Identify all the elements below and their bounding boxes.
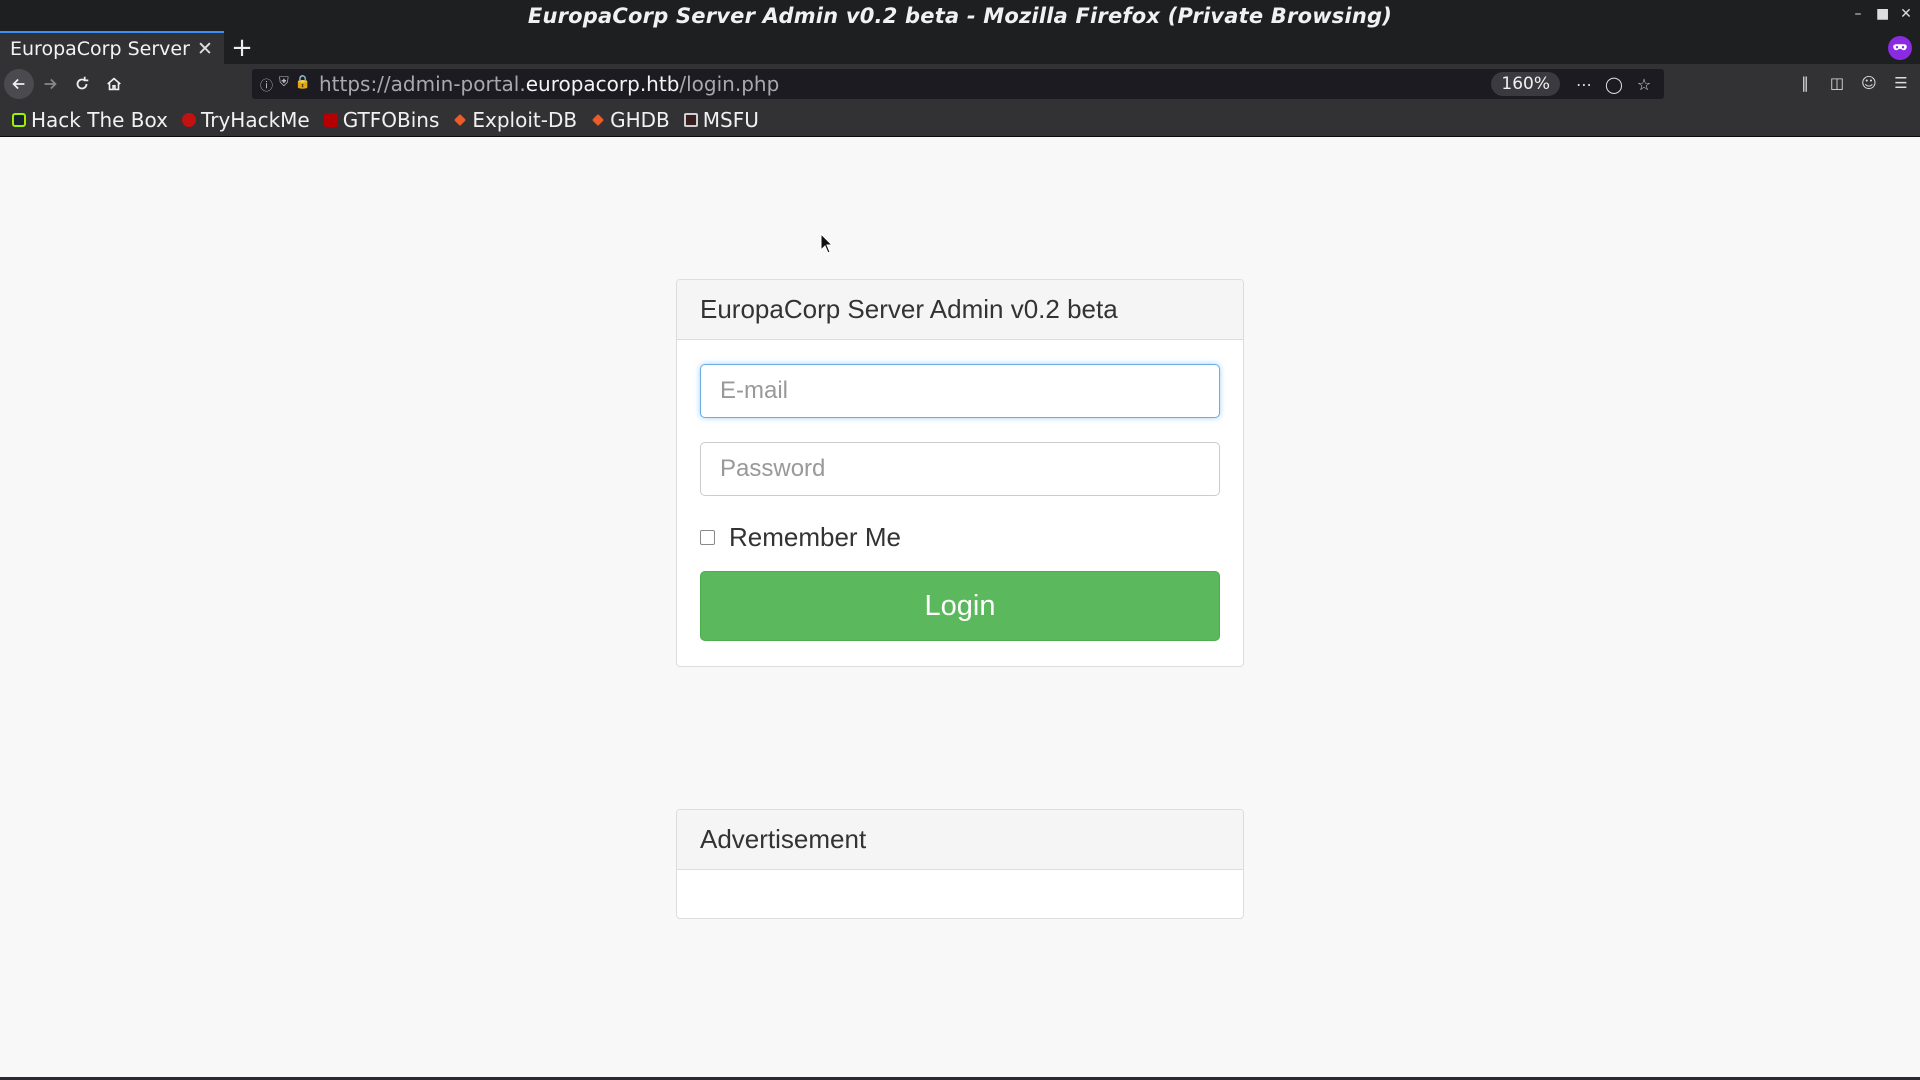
account-icon[interactable]: ☺ — [1860, 72, 1878, 94]
bookmark-msfu[interactable]: MSFU — [683, 108, 759, 132]
advertisement-heading: Advertisement — [677, 810, 1243, 870]
window-titlebar: EuropaCorp Server Admin v0.2 beta - Mozi… — [0, 0, 1920, 31]
tab-europacorp[interactable]: EuropaCorp Server ✕ — [0, 31, 224, 64]
window-title: EuropaCorp Server Admin v0.2 beta - Mozi… — [527, 3, 1393, 28]
bookmark-label: GHDB — [610, 108, 670, 132]
zoom-level-button[interactable]: 160% — [1491, 72, 1560, 96]
url-text[interactable]: https://admin-portal.europacorp.htb/logi… — [319, 72, 779, 96]
mouse-cursor-icon — [820, 233, 834, 254]
login-panel-heading: EuropaCorp Server Admin v0.2 beta — [677, 280, 1243, 340]
login-panel: EuropaCorp Server Admin v0.2 beta Rememb… — [676, 279, 1244, 667]
home-button[interactable] — [98, 68, 130, 100]
toolbar-right: ‖ ◫ ☺ ☰ — [1796, 72, 1920, 94]
mask-icon — [1893, 44, 1907, 51]
reload-icon — [76, 76, 89, 90]
bookmark-label: TryHackMe — [200, 108, 310, 132]
minimize-icon[interactable]: – — [1852, 4, 1864, 24]
url-path: /login.php — [679, 72, 780, 96]
remember-me-checkbox[interactable] — [700, 530, 715, 545]
arrow-left-icon — [12, 78, 25, 90]
bookmark-hack-the-box[interactable]: Hack The Box — [12, 108, 168, 132]
close-window-icon[interactable]: ✕ — [1900, 4, 1912, 24]
tab-bar: EuropaCorp Server ✕ + — [0, 31, 1920, 64]
thm-icon — [181, 113, 196, 127]
password-input[interactable] — [700, 442, 1220, 496]
window-controls: – ■ ✕ — [1852, 4, 1912, 24]
pocket-icon[interactable]: ◯ — [1604, 73, 1624, 95]
info-icon[interactable]: ⓘ — [260, 75, 273, 94]
bookmark-exploit-db[interactable]: Exploit-DB — [453, 108, 577, 132]
tab-title: EuropaCorp Server — [10, 37, 190, 60]
login-button[interactable]: Login — [700, 571, 1220, 641]
url-domain: europacorp.htb — [525, 72, 680, 96]
arrow-right-icon — [44, 78, 57, 90]
bookmark-tryhackme[interactable]: TryHackMe — [181, 108, 310, 132]
remember-me[interactable]: Remember Me — [700, 522, 901, 553]
ghdb-icon — [592, 114, 605, 126]
reload-button[interactable] — [66, 68, 98, 100]
private-browsing-icon — [1888, 36, 1912, 60]
remember-me-label: Remember Me — [729, 522, 901, 552]
bookmark-ghdb[interactable]: GHDB — [591, 108, 670, 132]
tab-close-icon[interactable]: ✕ — [196, 38, 214, 60]
new-tab-button[interactable]: + — [224, 31, 260, 64]
sidebar-icon[interactable]: ◫ — [1828, 72, 1846, 94]
maximize-icon[interactable]: ■ — [1876, 4, 1889, 24]
shield-icon[interactable]: ⛨ — [279, 75, 289, 94]
bookmark-label: Exploit-DB — [472, 108, 578, 132]
bookmark-gtfobins[interactable]: GTFOBins — [323, 108, 440, 132]
bookmarks-toolbar: Hack The Box TryHackMe GTFOBins Exploit-… — [0, 104, 1920, 137]
htb-icon — [12, 113, 26, 127]
bookmark-star-icon[interactable]: ☆ — [1634, 73, 1654, 95]
plus-icon: + — [231, 32, 253, 63]
url-bar[interactable]: ⓘ ⛨ 🔒 https://admin-portal.europacorp.ht… — [252, 69, 1664, 99]
forward-button[interactable] — [34, 68, 66, 100]
library-icon[interactable]: ‖ — [1796, 72, 1814, 94]
url-security-icons[interactable]: ⓘ ⛨ 🔒 — [260, 75, 311, 94]
bookmark-label: Hack The Box — [31, 108, 168, 132]
navigation-toolbar: ⓘ ⛨ 🔒 https://admin-portal.europacorp.ht… — [0, 64, 1920, 104]
msfu-icon — [683, 113, 698, 127]
url-prefix: https://admin-portal. — [318, 72, 526, 96]
gtfobins-icon — [323, 113, 338, 127]
url-actions: ⋯ ◯ ☆ — [1574, 73, 1654, 95]
advertisement-panel: Advertisement — [676, 809, 1244, 919]
home-icon — [107, 77, 121, 91]
exploitdb-icon — [454, 114, 467, 126]
hamburger-menu-icon[interactable]: ☰ — [1892, 72, 1910, 94]
lock-icon[interactable]: 🔒 — [295, 75, 311, 94]
email-input[interactable] — [700, 364, 1220, 418]
bookmark-label: MSFU — [702, 108, 759, 132]
back-button[interactable] — [4, 69, 34, 99]
more-actions-icon[interactable]: ⋯ — [1574, 73, 1594, 95]
bookmark-label: GTFOBins — [342, 108, 440, 132]
